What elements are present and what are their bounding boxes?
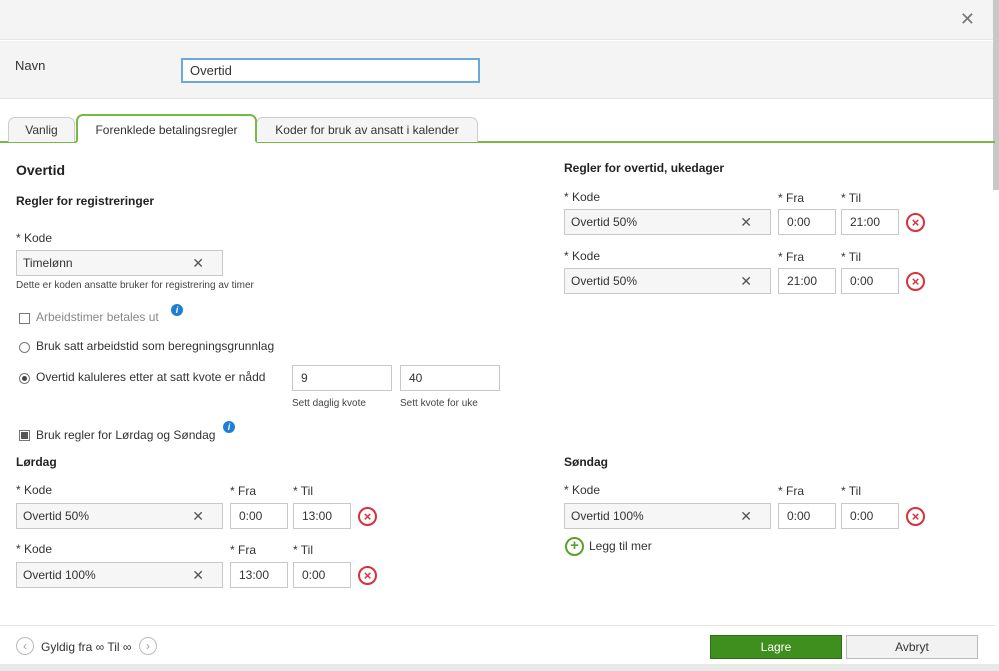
work-hours-paid-label: Arbeidstimer betales ut	[36, 310, 159, 324]
tab-vanlig[interactable]: Vanlig	[8, 117, 75, 142]
close-icon[interactable]: ✕	[960, 9, 975, 30]
daily-quota-input[interactable]: 9	[292, 365, 392, 391]
to-input[interactable]: 13:00	[293, 503, 351, 529]
from-input[interactable]: 13:00	[230, 562, 288, 588]
plus-icon[interactable]: +	[565, 537, 584, 556]
from-label: * Fra	[230, 484, 257, 498]
clear-icon[interactable]: ✕	[192, 563, 204, 587]
weekday-code-select[interactable]: Overtid 50% ✕	[564, 268, 771, 294]
daily-quota-label: Sett daglig kvote	[292, 398, 366, 409]
scrollbar[interactable]	[993, 0, 999, 190]
from-label: * Fra	[778, 191, 805, 205]
remove-icon[interactable]: ×	[906, 213, 925, 232]
from-input[interactable]: 0:00	[778, 503, 836, 529]
info-icon[interactable]: i	[223, 421, 235, 433]
saturday-code-select[interactable]: Overtid 100% ✕	[16, 562, 223, 588]
from-label: * Fra	[778, 250, 805, 264]
code-label: * Kode	[564, 483, 601, 497]
use-set-hours-label: Bruk satt arbeidstid som beregningsgrunn…	[36, 339, 275, 353]
name-label: Navn	[15, 58, 46, 73]
registration-code-value: Timelønn	[23, 256, 73, 270]
remove-icon[interactable]: ×	[906, 272, 925, 291]
validity-text: Gyldig fra ∞ Til ∞	[41, 640, 132, 654]
to-input[interactable]: 21:00	[841, 209, 899, 235]
from-label: * Fra	[230, 543, 257, 557]
code-hint: Dette er koden ansatte bruker for regist…	[16, 280, 254, 291]
code-label: * Kode	[564, 249, 601, 263]
clear-icon[interactable]: ✕	[740, 210, 752, 234]
from-input[interactable]: 0:00	[778, 209, 836, 235]
remove-icon[interactable]: ×	[358, 507, 377, 526]
saturday-code-select[interactable]: Overtid 50% ✕	[16, 503, 223, 529]
to-input[interactable]: 0:00	[841, 503, 899, 529]
code-value: Overtid 100%	[23, 568, 96, 582]
to-label: * Til	[293, 484, 314, 498]
weekday-code-select[interactable]: Overtid 50% ✕	[564, 209, 771, 235]
to-input[interactable]: 0:00	[293, 562, 351, 588]
sunday-header: Søndag	[564, 455, 608, 469]
to-label: * Til	[841, 191, 862, 205]
tab-simplified-payment-rules[interactable]: Forenklede betalingsregler	[76, 114, 257, 143]
remove-icon[interactable]: ×	[906, 507, 925, 526]
weekly-quota-input[interactable]: 40	[400, 365, 500, 391]
to-label: * Til	[293, 543, 314, 557]
from-input[interactable]: 0:00	[230, 503, 288, 529]
code-label: * Kode	[16, 483, 53, 497]
to-label: * Til	[841, 484, 862, 498]
remove-icon[interactable]: ×	[358, 566, 377, 585]
weekday-rules-header: Regler for overtid, ukedager	[564, 161, 725, 175]
clear-icon[interactable]: ✕	[740, 269, 752, 293]
code-label: * Kode	[16, 231, 53, 245]
registration-rules-header: Regler for registreringer	[16, 194, 155, 208]
overtime-after-quota-radio[interactable]	[19, 373, 30, 384]
weekend-rules-label: Bruk regler for Lørdag og Søndag	[36, 428, 216, 442]
clear-icon[interactable]: ✕	[192, 504, 204, 528]
code-value: Overtid 50%	[571, 215, 638, 229]
saturday-header: Lørdag	[16, 455, 57, 469]
add-more-link[interactable]: Legg til mer	[589, 539, 652, 553]
save-button[interactable]: Lagre	[710, 635, 842, 659]
section-title: Overtid	[16, 162, 66, 178]
chevron-right-icon[interactable]: ›	[139, 637, 157, 655]
chevron-left-icon[interactable]: ‹	[16, 637, 34, 655]
clear-icon[interactable]: ✕	[740, 504, 752, 528]
code-label: * Kode	[16, 542, 53, 556]
name-input[interactable]: Overtid	[181, 58, 480, 83]
tab-calendar-codes[interactable]: Koder for bruk av ansatt i kalender	[256, 117, 478, 142]
code-value: Overtid 100%	[571, 509, 644, 523]
overtime-after-quota-label: Overtid kaluleres etter at satt kvote er…	[36, 370, 266, 384]
sunday-code-select[interactable]: Overtid 100% ✕	[564, 503, 771, 529]
weekend-rules-checkbox[interactable]	[19, 430, 30, 441]
background-strip	[0, 664, 999, 671]
dialog-top-bar: ✕	[0, 0, 993, 40]
name-row: Navn Overtid	[0, 41, 993, 99]
from-label: * Fra	[778, 484, 805, 498]
code-value: Overtid 50%	[571, 274, 638, 288]
clear-icon[interactable]: ✕	[192, 251, 204, 275]
to-input[interactable]: 0:00	[841, 268, 899, 294]
use-set-hours-radio[interactable]	[19, 342, 30, 353]
weekly-quota-label: Sett kvote for uke	[400, 398, 478, 409]
info-icon[interactable]: i	[171, 304, 183, 316]
code-value: Overtid 50%	[23, 509, 90, 523]
work-hours-paid-checkbox[interactable]	[19, 313, 30, 324]
cancel-button[interactable]: Avbryt	[846, 635, 978, 659]
registration-code-select[interactable]: Timelønn ✕	[16, 250, 223, 276]
footer-divider	[0, 625, 995, 626]
from-input[interactable]: 21:00	[778, 268, 836, 294]
to-label: * Til	[841, 250, 862, 264]
code-label: * Kode	[564, 190, 601, 204]
